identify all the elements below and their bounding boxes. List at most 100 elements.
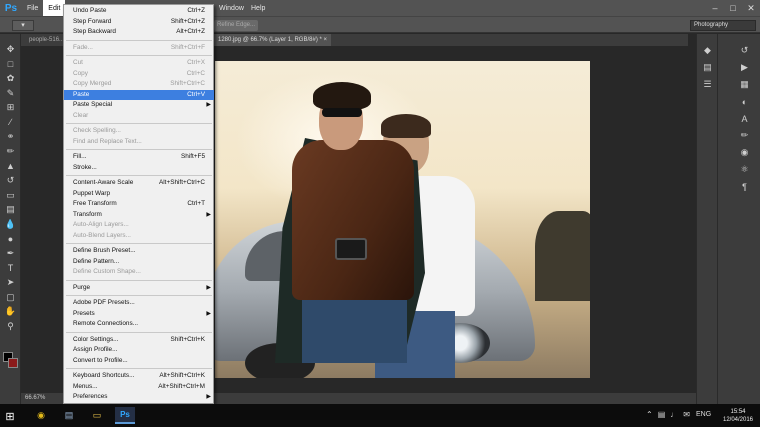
shape-icon[interactable]: ▢ (0, 290, 21, 305)
menu-item-menus[interactable]: Menus... Alt+Shift+Ctrl+M (64, 382, 214, 393)
windows-start-icon[interactable]: ⊞ (2, 408, 18, 424)
menu-item-auto-align-layers[interactable]: Auto-Align Layers... (64, 220, 214, 231)
menu-item-stroke[interactable]: Stroke... (64, 163, 214, 174)
menu-window[interactable]: Window (214, 0, 249, 16)
menu-item-paste-special[interactable]: Paste Special ▶ (64, 100, 214, 111)
maximize-icon[interactable]: □ (724, 0, 742, 16)
menu-item-define-custom-shape[interactable]: Define Custom Shape... (64, 267, 214, 278)
photoshop-logo: Ps (4, 2, 18, 14)
layers-icon[interactable]: ◆ (697, 42, 718, 59)
background-color-swatch[interactable] (8, 358, 18, 368)
menu-item-preferences[interactable]: Preferences ▶ (64, 392, 214, 403)
info-icon[interactable]: ▤ (697, 59, 718, 76)
close-icon[interactable]: ✕ (742, 0, 760, 16)
message-icon[interactable]: ✉ (683, 410, 690, 419)
refine-edge-button[interactable]: Refine Edge... (214, 20, 258, 31)
menu-item-label: Assign Profile... (73, 346, 118, 353)
crop-icon[interactable]: ⊞ (0, 100, 21, 115)
menu-item-label: Auto-Align Layers... (73, 221, 129, 228)
menu-item-step-backward[interactable]: Step Backward Alt+Ctrl+Z (64, 27, 214, 38)
menu-item-keyboard-shortcuts[interactable]: Keyboard Shortcuts... Alt+Shift+Ctrl+K (64, 371, 214, 382)
hand-icon[interactable]: ✋ (0, 305, 21, 320)
menu-item-presets[interactable]: Presets ▶ (64, 309, 214, 320)
pen-icon[interactable]: ✒ (0, 246, 21, 261)
brush-panel-icon[interactable]: ✏ (734, 127, 755, 144)
brush-icon[interactable]: ✏ (0, 144, 21, 159)
tool-preset-picker[interactable]: ▾ (12, 20, 34, 31)
menu-item-shortcut: Shift+F5 (181, 153, 205, 160)
menu-item-clear[interactable]: Clear (64, 111, 214, 122)
adjustments-icon[interactable]: ◐ (734, 93, 755, 110)
move-icon[interactable]: ✥ (0, 42, 21, 57)
menu-help[interactable]: Help (246, 0, 270, 16)
channels-icon[interactable]: ⚛ (734, 161, 755, 178)
chevron-up-icon[interactable]: ⌃ (646, 410, 653, 419)
swatches-icon[interactable]: ▦ (734, 76, 755, 93)
menu-item-step-forward[interactable]: Step Forward Shift+Ctrl+Z (64, 17, 214, 28)
menu-item-shortcut: Shift+Ctrl+C (170, 80, 205, 87)
menu-item-color-settings[interactable]: Color Settings... Shift+Ctrl+K (64, 335, 214, 346)
menu-item-label: Find and Replace Text... (73, 137, 142, 145)
eyedropper-icon[interactable]: ∕ (0, 115, 21, 130)
minimize-icon[interactable]: – (706, 0, 724, 16)
stamp-icon[interactable]: ▲ (0, 159, 21, 174)
submenu-arrow-icon: ▶ (206, 284, 211, 291)
actions-icon[interactable]: ▶ (734, 59, 755, 76)
photoshop-taskbar-icon[interactable]: Ps (115, 407, 135, 424)
type-icon[interactable]: T (0, 261, 21, 276)
clock[interactable]: 15:54 12/04/2016 (716, 408, 760, 424)
menu-item-assign-profile[interactable]: Assign Profile... (64, 345, 214, 356)
tab-document-1[interactable]: people-516... (25, 34, 68, 46)
menu-item-check-spelling[interactable]: Check Spelling... (64, 126, 214, 137)
menu-item-adobe-pdf-presets[interactable]: Adobe PDF Presets... (64, 298, 214, 309)
chrome-icon[interactable]: ◉ (32, 407, 50, 424)
zoom-level[interactable]: 66.67% (25, 395, 45, 401)
healing-icon[interactable]: ⚭ (0, 130, 21, 145)
character-icon[interactable]: A (734, 110, 755, 127)
menu-separator (66, 243, 212, 244)
menu-item-fade[interactable]: Fade... Shift+Ctrl+F (64, 43, 214, 54)
menu-item-free-transform[interactable]: Free Transform Ctrl+T (64, 199, 214, 210)
language-indicator[interactable]: ENG (696, 411, 711, 418)
path-select-icon[interactable]: ➤ (0, 276, 21, 291)
volume-icon[interactable]: ♩ (670, 410, 678, 419)
history-icon[interactable]: ↺ (734, 42, 755, 59)
menu-file[interactable]: File (22, 0, 43, 16)
folder-icon[interactable]: ▭ (88, 407, 106, 424)
lasso-icon[interactable]: ✿ (0, 71, 21, 86)
menu-item-auto-blend-layers[interactable]: Auto-Blend Layers... (64, 231, 214, 242)
pasted-layer-person[interactable] (267, 78, 425, 363)
quick-select-icon[interactable]: ✎ (0, 86, 21, 101)
network-icon[interactable]: ▤ (658, 410, 666, 419)
eraser-icon[interactable]: ▭ (0, 188, 21, 203)
menu-item-copy[interactable]: Copy Ctrl+C (64, 69, 214, 80)
menu-item-paste[interactable]: Paste Ctrl+V (64, 89, 214, 100)
menu-item-define-pattern[interactable]: Define Pattern... (64, 257, 214, 268)
menu-item-copy-merged[interactable]: Copy Merged Shift+Ctrl+C (64, 79, 214, 90)
menu-separator (66, 123, 212, 124)
dodge-icon[interactable]: ● (0, 232, 21, 247)
menu-item-label: Copy Merged (73, 80, 112, 87)
tab-document-2[interactable]: 1280.jpg @ 66.7% (Layer 1, RGB/8#) * × (214, 34, 331, 46)
menu-item-fill[interactable]: Fill... Shift+F5 (64, 152, 214, 163)
properties-icon[interactable]: ☰ (697, 76, 718, 93)
menu-item-purge[interactable]: Purge ▶ (64, 283, 214, 294)
file-explorer-icon[interactable]: ▤ (60, 407, 78, 424)
menu-item-undo-paste[interactable]: Undo Paste Ctrl+Z (64, 6, 214, 17)
menu-item-convert-to-profile[interactable]: Convert to Profile... (64, 356, 214, 367)
gradient-icon[interactable]: ▤ (0, 203, 21, 218)
workspace-select[interactable]: Photography (690, 20, 756, 31)
menu-item-remote-connections[interactable]: Remote Connections... (64, 319, 214, 330)
marquee-icon[interactable]: □ (0, 57, 21, 72)
menu-item-define-brush-preset[interactable]: Define Brush Preset... (64, 246, 214, 257)
styles-icon[interactable]: ◉ (734, 144, 755, 161)
menu-item-cut[interactable]: Cut Ctrl+X (64, 58, 214, 69)
menu-item-puppet-warp[interactable]: Puppet Warp (64, 189, 214, 200)
blur-icon[interactable]: 💧 (0, 217, 21, 232)
paragraph-icon[interactable]: ¶ (734, 178, 755, 195)
menu-item-find-and-replace-text[interactable]: Find and Replace Text... (64, 137, 214, 148)
zoom-icon[interactable]: ⚲ (0, 319, 21, 334)
menu-item-content-aware-scale[interactable]: Content-Aware Scale Alt+Shift+Ctrl+C (64, 178, 214, 189)
history-brush-icon[interactable]: ↺ (0, 173, 21, 188)
menu-item-transform[interactable]: Transform ▶ (64, 210, 214, 221)
